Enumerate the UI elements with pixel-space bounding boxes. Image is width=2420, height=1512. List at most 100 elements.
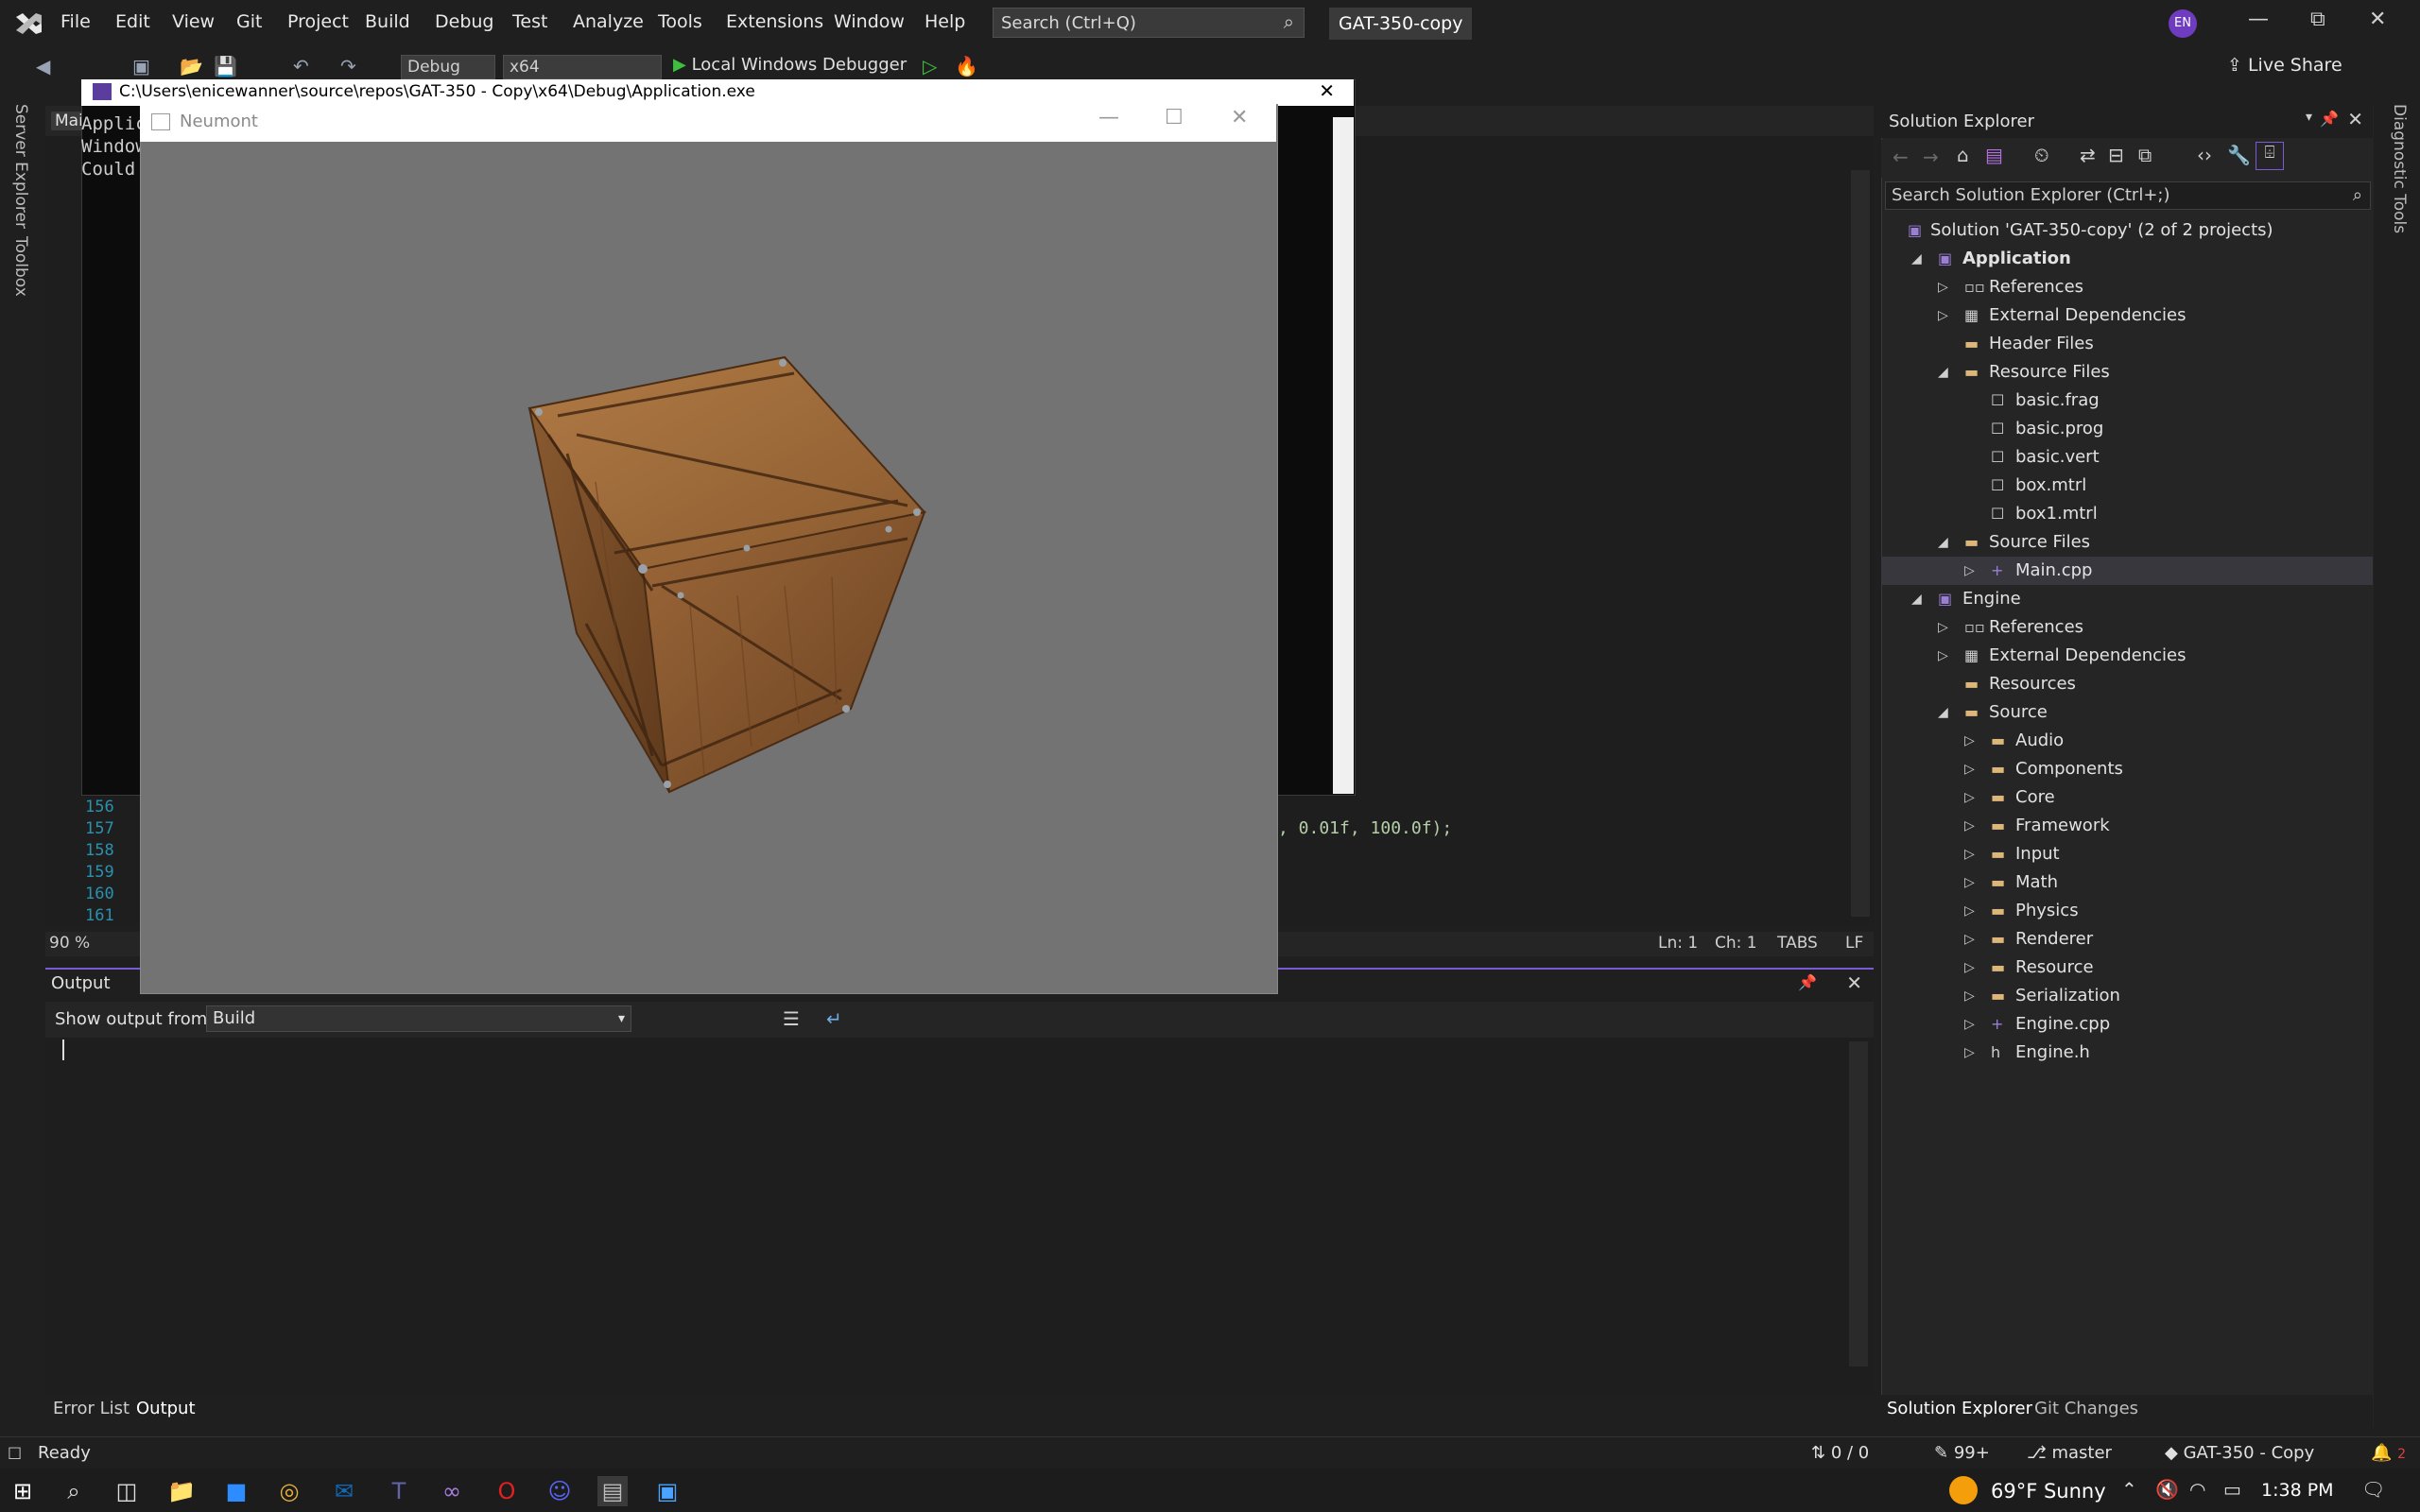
collapsed-arrow-icon[interactable]: ▷ bbox=[1938, 642, 1948, 670]
pending-edits[interactable]: ✎ 99+ bbox=[1934, 1443, 1990, 1463]
editor-scrollbar[interactable] bbox=[1851, 170, 1870, 917]
tree-item-header-files[interactable]: ▬ Header Files bbox=[1881, 330, 2373, 358]
menu-file[interactable]: File bbox=[60, 11, 91, 32]
expanded-arrow-icon[interactable]: ◢ bbox=[1938, 358, 1948, 387]
menu-build[interactable]: Build bbox=[365, 11, 410, 32]
tree-item-basic-vert[interactable]: ☐ basic.vert bbox=[1881, 443, 2373, 472]
tree-item-box1-mtrl[interactable]: ☐ box1.mtrl bbox=[1881, 500, 2373, 528]
menu-analyze[interactable]: Analyze bbox=[573, 11, 644, 32]
configuration-select[interactable]: Debug bbox=[401, 55, 495, 79]
menu-tools[interactable]: Tools bbox=[658, 11, 702, 32]
branch-selector[interactable]: ⎇ master bbox=[2027, 1443, 2112, 1463]
collapsed-arrow-icon[interactable]: ▷ bbox=[1964, 727, 1975, 755]
server-explorer-tab[interactable]: Server Explorer bbox=[6, 104, 30, 229]
volume-icon[interactable]: 🔇 bbox=[2155, 1478, 2179, 1501]
tree-item-main-cpp[interactable]: ▷ + Main.cpp bbox=[1881, 557, 2373, 585]
pin-icon[interactable]: 📌 bbox=[2320, 110, 2339, 128]
history-icon[interactable]: ⏲ bbox=[2034, 144, 2049, 166]
close-solution-explorer-icon[interactable]: ✕ bbox=[2347, 108, 2363, 130]
menu-extensions[interactable]: Extensions bbox=[726, 11, 823, 32]
collapsed-arrow-icon[interactable]: ▷ bbox=[1964, 982, 1975, 1010]
console-scrollbar[interactable] bbox=[1333, 117, 1354, 794]
wifi-icon[interactable]: ◠ bbox=[2189, 1478, 2205, 1501]
output-text-area[interactable] bbox=[45, 1038, 1851, 1368]
battery-icon[interactable]: ▭ bbox=[2223, 1478, 2241, 1501]
clock[interactable]: 1:38 PM bbox=[2261, 1480, 2334, 1501]
switch-views-icon[interactable]: ▤ bbox=[1985, 144, 2003, 166]
view-code-icon[interactable]: ‹› bbox=[2197, 144, 2212, 166]
neumont-minimize-icon[interactable]: — bbox=[1098, 106, 1119, 129]
collapsed-arrow-icon[interactable]: ▷ bbox=[1964, 812, 1975, 840]
redo-icon[interactable]: ↷ bbox=[340, 55, 356, 77]
tree-item-input[interactable]: ▷ ▬ Input bbox=[1881, 840, 2373, 868]
collapsed-arrow-icon[interactable]: ▷ bbox=[1964, 897, 1975, 925]
action-center-icon[interactable]: 🗨 bbox=[2361, 1478, 2385, 1501]
collapsed-arrow-icon[interactable]: ▷ bbox=[1964, 954, 1975, 982]
neumont-taskbar-icon[interactable]: ▣ bbox=[652, 1476, 683, 1506]
console-app-taskbar-icon[interactable]: ▤ bbox=[597, 1476, 628, 1506]
tree-item-application[interactable]: ◢ ▣ Application bbox=[1881, 245, 2373, 273]
tree-item-math[interactable]: ▷ ▬ Math bbox=[1881, 868, 2373, 897]
toolbox-tab[interactable]: Toolbox bbox=[6, 236, 30, 297]
tree-item-engine-h[interactable]: ▷ h Engine.h bbox=[1881, 1039, 2373, 1067]
collapsed-arrow-icon[interactable]: ▷ bbox=[1964, 868, 1975, 897]
windows-start-icon[interactable]: ⊞ bbox=[8, 1476, 38, 1506]
weather-text[interactable]: 69°F Sunny bbox=[1991, 1480, 2106, 1503]
tree-item-resource[interactable]: ▷ ▬ Resource bbox=[1881, 954, 2373, 982]
indent-mode[interactable]: TABS bbox=[1777, 934, 1818, 953]
tree-item-source[interactable]: ◢ ▬ Source bbox=[1881, 698, 2373, 727]
menu-help[interactable]: Help bbox=[925, 11, 965, 32]
collapsed-arrow-icon[interactable]: ▷ bbox=[1964, 925, 1975, 954]
visual-studio-icon[interactable]: ∞ bbox=[437, 1476, 467, 1506]
diagnostic-tools-tab[interactable]: Diagnostic Tools bbox=[2380, 104, 2409, 233]
zoom-icon[interactable]: ■ bbox=[221, 1476, 251, 1506]
tree-item-source-files[interactable]: ◢ ▬ Source Files bbox=[1881, 528, 2373, 557]
console-close-icon[interactable]: ✕ bbox=[1319, 79, 1335, 102]
solution-search-input[interactable]: Search Solution Explorer (Ctrl+;) ⌕ bbox=[1885, 181, 2371, 210]
open-folder-icon[interactable]: 📂 bbox=[180, 55, 203, 77]
properties-icon[interactable]: 🔧 bbox=[2227, 144, 2251, 166]
expanded-arrow-icon[interactable]: ◢ bbox=[1938, 528, 1948, 557]
collapsed-arrow-icon[interactable]: ▷ bbox=[1964, 557, 1975, 585]
menu-edit[interactable]: Edit bbox=[115, 11, 150, 32]
tree-item-audio[interactable]: ▷ ▬ Audio bbox=[1881, 727, 2373, 755]
tree-item-references[interactable]: ▷ ▫▫ References bbox=[1881, 613, 2373, 642]
console-title-bar[interactable]: C:\Users\enicewanner\source\repos\GAT-35… bbox=[81, 79, 1354, 106]
collapsed-arrow-icon[interactable]: ▷ bbox=[1964, 783, 1975, 812]
minimize-icon[interactable]: — bbox=[2248, 8, 2269, 31]
tree-item-resource-files[interactable]: ◢ ▬ Resource Files bbox=[1881, 358, 2373, 387]
menu-debug[interactable]: Debug bbox=[435, 11, 493, 32]
tree-item-engine-cpp[interactable]: ▷ + Engine.cpp bbox=[1881, 1010, 2373, 1039]
sync-icon[interactable]: ⇄ bbox=[2080, 144, 2096, 166]
chrome-icon[interactable]: ◎ bbox=[274, 1476, 304, 1506]
pin-icon[interactable]: 📌 bbox=[1798, 973, 1817, 991]
neumont-close-icon[interactable]: ✕ bbox=[1231, 106, 1248, 129]
collapsed-arrow-icon[interactable]: ▷ bbox=[1938, 273, 1948, 301]
avatar[interactable]: EN bbox=[2169, 9, 2197, 38]
solution-node[interactable]: ▣ Solution 'GAT-350-copy' (2 of 2 projec… bbox=[1881, 216, 2373, 245]
notifications-button[interactable]: 🔔 2 bbox=[2371, 1443, 2406, 1463]
search-icon[interactable]: ⌕ bbox=[59, 1476, 89, 1506]
menu-test[interactable]: Test bbox=[512, 11, 547, 32]
tree-item-physics[interactable]: ▷ ▬ Physics bbox=[1881, 897, 2373, 925]
new-item-icon[interactable]: ▣ bbox=[132, 55, 150, 77]
tab-solution-explorer[interactable]: Solution Explorer bbox=[1887, 1399, 2032, 1418]
home-icon[interactable]: ⌂ bbox=[1957, 144, 1969, 166]
restore-icon[interactable]: ⧉ bbox=[2310, 8, 2325, 31]
tray-chevron-icon[interactable]: ⌃ bbox=[2121, 1478, 2137, 1501]
collapsed-arrow-icon[interactable]: ▷ bbox=[1964, 755, 1975, 783]
close-output-icon[interactable]: ✕ bbox=[1846, 971, 1862, 994]
expanded-arrow-icon[interactable]: ◢ bbox=[1911, 245, 1922, 273]
tree-item-serialization[interactable]: ▷ ▬ Serialization bbox=[1881, 982, 2373, 1010]
tree-item-core[interactable]: ▷ ▬ Core bbox=[1881, 783, 2373, 812]
teams-icon[interactable]: T bbox=[384, 1476, 414, 1506]
undo-icon[interactable]: ↶ bbox=[293, 55, 309, 77]
tree-item-references[interactable]: ▷ ▫▫ References bbox=[1881, 273, 2373, 301]
tab-git-changes[interactable]: Git Changes bbox=[2034, 1399, 2138, 1418]
discord-icon[interactable]: ☺ bbox=[544, 1476, 575, 1506]
collapsed-arrow-icon[interactable]: ▷ bbox=[1964, 1039, 1975, 1067]
tree-item-basic-prog[interactable]: ☐ basic.prog bbox=[1881, 415, 2373, 443]
tree-item-basic-frag[interactable]: ☐ basic.frag bbox=[1881, 387, 2373, 415]
menu-project[interactable]: Project bbox=[287, 11, 349, 32]
repo-selector[interactable]: ◆ GAT-350 - Copy bbox=[2165, 1443, 2314, 1463]
